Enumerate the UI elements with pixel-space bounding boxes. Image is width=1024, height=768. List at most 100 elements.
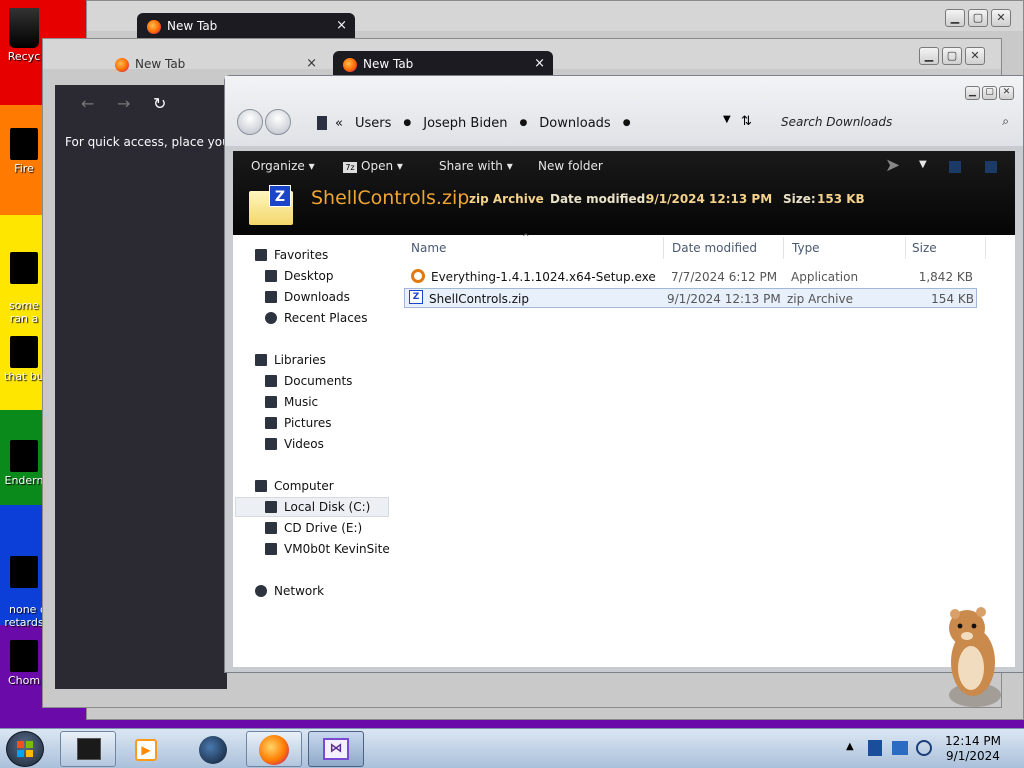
minimize-button[interactable]: ▁ — [965, 86, 980, 100]
column-header-date[interactable]: Date modified — [672, 241, 757, 255]
column-divider[interactable] — [663, 237, 664, 259]
minimize-button[interactable]: ▁ — [945, 9, 965, 27]
nav-libraries[interactable]: Libraries — [255, 353, 326, 367]
explorer-icon — [77, 738, 101, 760]
desktop-icon-item[interactable]: some r ran a — [2, 226, 47, 325]
nav-recent-places[interactable]: Recent Places — [265, 311, 367, 325]
app-icon — [10, 440, 38, 472]
firefox-icon — [343, 58, 357, 72]
breadcrumb-users[interactable]: Users — [355, 116, 391, 131]
nav-cd-drive[interactable]: CD Drive (E:) — [265, 521, 362, 535]
close-tab-icon[interactable]: × — [534, 56, 545, 71]
desktop-icon-item[interactable]: Endern — [2, 440, 46, 487]
desktop-icon-item[interactable]: that bu — [2, 336, 46, 383]
everything-app-icon — [411, 269, 425, 283]
breadcrumb-downloads[interactable]: Downloads — [539, 116, 610, 131]
windows-logo-icon — [17, 741, 33, 757]
help-icon[interactable] — [985, 161, 997, 173]
explorer-window[interactable]: ▁ ▢ ✕ « Users ● Joseph Biden ● Downloads… — [224, 75, 1024, 673]
nav-favorites[interactable]: Favorites — [255, 248, 328, 262]
file-icon — [10, 336, 38, 368]
tab-title: New Tab — [135, 57, 186, 71]
desktop-icon-firefox[interactable]: Fire — [2, 128, 46, 175]
window-controls: ▁ ▢ ✕ — [919, 47, 985, 65]
volume-tray-icon[interactable] — [916, 740, 932, 756]
view-dropdown-icon[interactable]: ▼ — [919, 159, 927, 170]
column-divider[interactable] — [783, 237, 784, 259]
column-divider[interactable] — [905, 237, 906, 259]
nav-network[interactable]: Network — [255, 584, 324, 598]
minimize-button[interactable]: ▁ — [919, 47, 939, 65]
globe-icon — [199, 736, 227, 764]
desktop-icon-label: Endern — [4, 474, 44, 487]
desktop-icon-recycle-bin[interactable]: Recyc — [2, 8, 46, 63]
hard-drive-icon — [265, 501, 277, 513]
taskbar-media-player-button[interactable]: ▶ — [122, 731, 170, 767]
organize-button[interactable]: Organize ▾ — [251, 159, 315, 173]
desktop-icon-label: none o retards — [4, 603, 46, 629]
nav-documents[interactable]: Documents — [265, 374, 352, 388]
back-button[interactable] — [237, 109, 263, 135]
sort-indicator-icon: ^ — [522, 233, 530, 243]
column-header-size[interactable]: Size — [912, 241, 937, 255]
breadcrumb-user[interactable]: Joseph Biden — [423, 116, 507, 131]
close-button[interactable]: ✕ — [965, 47, 985, 65]
close-button[interactable]: ✕ — [991, 9, 1011, 27]
column-header-name[interactable]: Name — [411, 241, 446, 255]
maximize-button[interactable]: ▢ — [982, 86, 997, 100]
nav-desktop[interactable]: Desktop — [265, 269, 334, 283]
show-hidden-icons-icon[interactable]: ▲ — [846, 741, 854, 752]
file-type: Application — [791, 270, 859, 284]
taskbar-explorer-button[interactable] — [60, 731, 116, 767]
open-icon: 7z — [343, 162, 357, 173]
taskbar-firefox-button[interactable] — [246, 731, 302, 767]
tab-new-tab[interactable]: New Tab × — [137, 13, 355, 41]
maximize-button[interactable]: ▢ — [968, 9, 988, 27]
start-button[interactable] — [6, 731, 44, 767]
details-file-type: zip Archive — [469, 192, 544, 206]
details-size-value: 153 KB — [817, 192, 865, 206]
close-tab-icon[interactable]: × — [306, 56, 317, 71]
search-input[interactable]: Search Downloads ⌕ — [773, 112, 1013, 134]
forward-button[interactable] — [265, 109, 291, 135]
taskbar-visual-studio-button[interactable]: ⋈ — [308, 731, 364, 767]
column-divider[interactable] — [985, 237, 986, 259]
recycle-bin-icon — [9, 8, 39, 48]
network-tray-icon[interactable] — [892, 741, 908, 755]
desktop-icon-label: Fire — [14, 162, 34, 175]
forward-arrow-icon[interactable]: → — [117, 94, 130, 113]
nav-local-disk[interactable]: Local Disk (C:) — [265, 500, 370, 514]
taskbar-clock[interactable]: 12:14 PM 9/1/2024 — [935, 734, 1011, 764]
nav-pictures[interactable]: Pictures — [265, 416, 332, 430]
desktop-icon-chrome[interactable]: Chom — [2, 640, 46, 687]
file-row-selected[interactable]: Z ShellControls.zip 9/1/2024 12:13 PM zi… — [404, 288, 977, 308]
address-dropdown-icon[interactable]: ▼ — [723, 114, 731, 125]
new-folder-button[interactable]: New folder — [538, 159, 603, 173]
nav-videos[interactable]: Videos — [265, 437, 324, 451]
share-with-button[interactable]: Share with ▾ — [439, 159, 513, 173]
nav-downloads[interactable]: Downloads — [265, 290, 350, 304]
view-options-icon[interactable]: ➤ — [885, 155, 900, 176]
file-icon — [10, 556, 38, 588]
media-player-icon: ▶ — [135, 739, 157, 761]
maximize-button[interactable]: ▢ — [942, 47, 962, 65]
desktop-icon-item[interactable]: none o retards — [2, 530, 47, 629]
taskbar-globe-button[interactable] — [186, 731, 240, 767]
file-name: Everything-1.4.1.1024.x64-Setup.exe — [431, 270, 656, 284]
tray-app-icon[interactable] — [868, 740, 882, 756]
open-button[interactable]: 7z Open ▾ — [343, 159, 403, 173]
file-row[interactable]: Everything-1.4.1.1024.x64-Setup.exe 7/7/… — [407, 267, 981, 287]
reload-icon[interactable]: ↻ — [153, 94, 166, 113]
close-tab-icon[interactable]: × — [336, 18, 347, 33]
file-date: 9/1/2024 12:13 PM — [667, 292, 781, 306]
nav-music[interactable]: Music — [265, 395, 318, 409]
nav-network-drive[interactable]: VM0b0t KevinSite — [265, 542, 390, 556]
refresh-icon[interactable]: ⇅ — [741, 114, 752, 129]
preview-pane-icon[interactable] — [949, 161, 961, 173]
explorer-toolbar — [225, 76, 1023, 146]
breadcrumb-separator: ● — [519, 118, 528, 128]
close-button[interactable]: ✕ — [999, 86, 1014, 100]
column-header-type[interactable]: Type — [792, 241, 820, 255]
nav-computer[interactable]: Computer — [255, 479, 334, 493]
back-arrow-icon[interactable]: ← — [81, 94, 94, 113]
